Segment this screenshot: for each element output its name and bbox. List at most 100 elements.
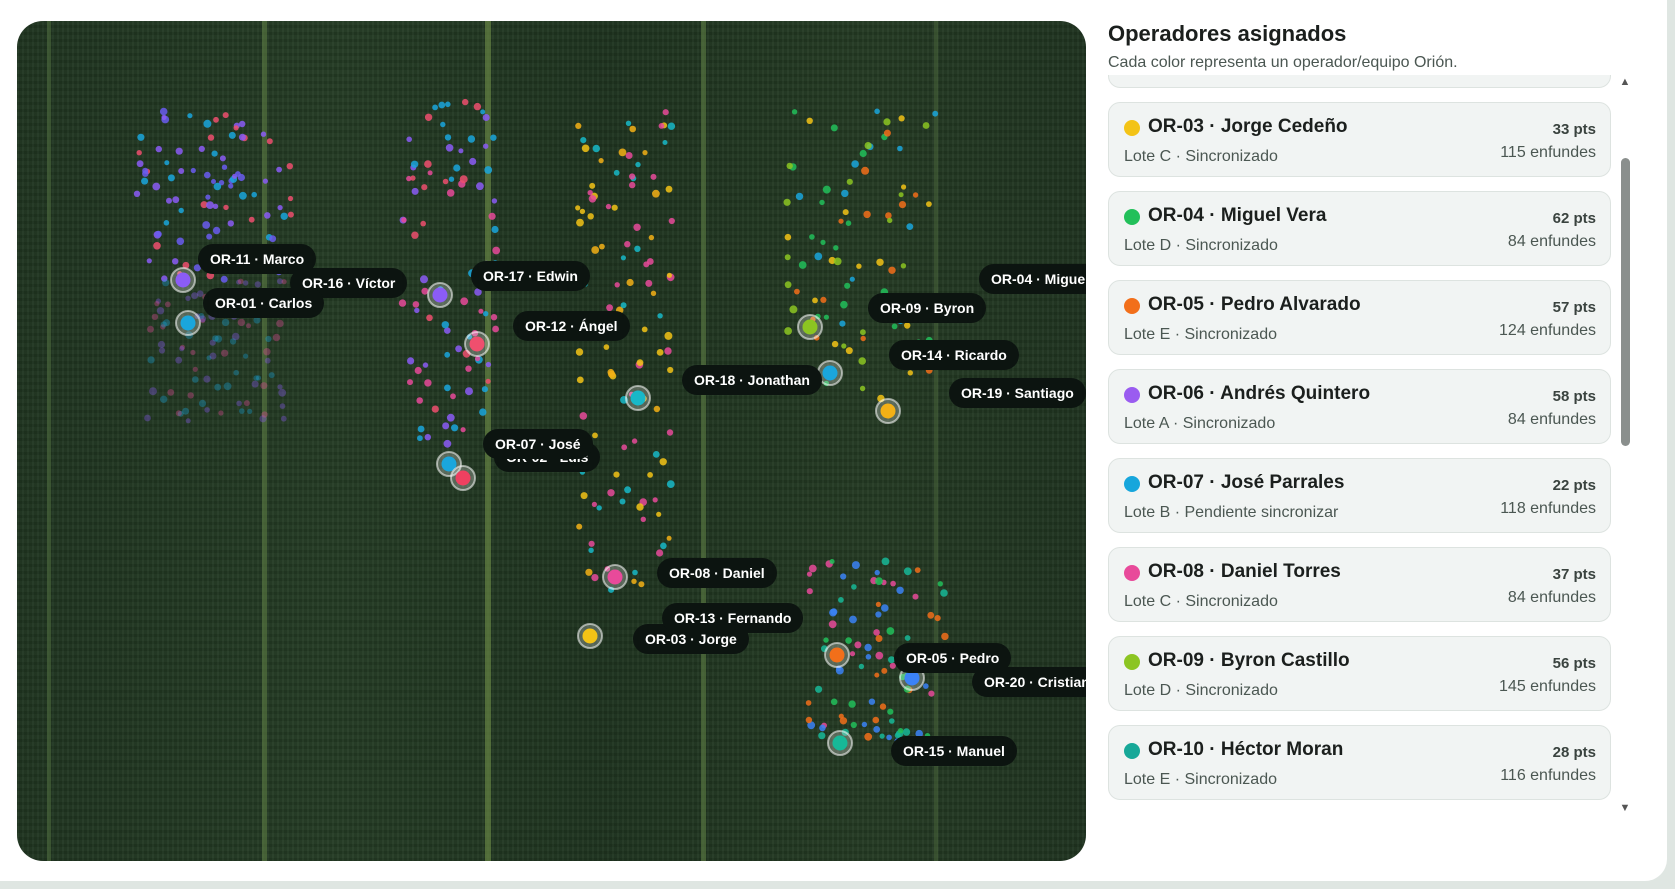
map-label-or15[interactable]: OR-15 · Manuel [891,736,1017,766]
tracking-dot [838,713,844,719]
scrollbar-thumb[interactable] [1621,158,1630,446]
tracking-dot [190,349,196,356]
operator-card-partial[interactable] [1108,75,1611,88]
tracking-dot [650,173,657,180]
tracking-dot [873,629,880,636]
map-label-or07[interactable]: OR-07 · José [483,429,593,459]
tracking-dot [156,307,165,315]
tracking-dot [898,192,904,198]
scroll-up-icon[interactable]: ▲ [1618,75,1632,89]
operator-card[interactable]: OR-07 · José Parrales Lote B · Pendiente… [1108,458,1611,533]
tracking-dot [666,272,673,278]
tracking-dot [875,611,882,618]
operator-marker[interactable] [455,470,471,486]
tracking-dot [576,523,583,530]
tracking-dot [407,379,413,386]
map-label-or13[interactable]: OR-13 · Fernando [662,603,804,633]
tracking-dot [633,223,641,231]
tracking-dot [460,297,469,306]
map-label-or09[interactable]: OR-09 · Byron [868,293,987,323]
tracking-dot [575,205,581,211]
scroll-down-icon[interactable]: ▼ [1618,801,1632,815]
map-label-or01[interactable]: OR-01 · Carlos [203,288,325,318]
tracking-dot [445,144,454,152]
operators-list[interactable]: OR-03 · Jorge Cedeño Lote C · Sincroniza… [1108,75,1613,832]
tracking-dot [269,235,277,243]
map-label-or12[interactable]: OR-12 · Ángel [513,311,630,341]
operator-marker[interactable] [829,647,845,663]
tracking-dot [485,378,491,384]
tracking-dot [222,112,229,119]
operator-name: OR-07 · José Parrales [1148,472,1345,493]
tracking-dot [631,438,638,444]
tracking-dot [656,549,664,557]
field-map[interactable]: OR-11 · Marco OR-16 · Víctor OR-01 · Car… [17,21,1086,861]
operator-card[interactable]: OR-05 · Pedro Alvarado Lote E · Sincroni… [1108,280,1611,355]
tracking-dot [478,308,484,314]
map-label-or19[interactable]: OR-19 · Santiago [949,378,1086,408]
tracking-dot [848,700,856,708]
tracking-dot [213,116,219,123]
tracking-dot [659,458,667,466]
operator-enfundes: 84 enfundes [1507,589,1596,606]
operator-marker[interactable] [832,735,848,751]
operator-card[interactable]: OR-03 · Jorge Cedeño Lote C · Sincroniza… [1108,102,1611,177]
tracking-dot [898,115,905,122]
operator-card[interactable]: OR-08 · Daniel Torres Lote C · Sincroniz… [1108,547,1611,622]
tracking-dot [818,732,826,740]
list-scrollbar[interactable]: ▲ ▼ [1618,75,1632,815]
tracking-dot [608,370,616,378]
operator-card[interactable]: OR-06 · Andrés Quintero Lote A · Sincron… [1108,369,1611,444]
tracking-dot [580,137,587,144]
operator-marker[interactable] [180,315,196,331]
tracking-dot [666,429,674,436]
tracking-dot [879,703,887,710]
tracking-dot [476,182,484,191]
map-label-or04[interactable]: OR-04 · Miguel [979,264,1086,294]
tracking-dot [239,120,246,128]
tracking-dot [142,167,149,174]
tracking-dot [491,198,498,204]
operator-marker[interactable] [880,403,896,419]
tracking-dot [876,258,884,266]
operator-marker[interactable] [432,287,448,303]
tracking-dot [642,150,648,156]
tracking-dot [887,708,894,715]
tracking-dot [666,480,675,488]
tracking-dot [849,651,856,657]
tracking-dot [276,166,282,173]
tracking-dot [598,158,604,164]
tracking-dot [806,117,813,125]
operator-card[interactable]: OR-04 · Miguel Vera Lote D · Sincronizad… [1108,191,1611,266]
operator-marker[interactable] [607,569,623,585]
tracking-dot [492,246,501,255]
tracking-dot [907,370,913,376]
tracking-dot [242,280,249,286]
map-label-or17[interactable]: OR-17 · Edwin [471,261,590,291]
tracking-dot [213,182,222,191]
tracking-dot [588,547,594,553]
map-label-or14[interactable]: OR-14 · Ricardo [889,340,1019,370]
tracking-dot [248,216,255,223]
tracking-dot [641,326,648,333]
tracking-dot [191,292,199,300]
map-label-or20[interactable]: OR-20 · Cristian [972,667,1086,697]
operator-marker[interactable] [582,628,598,644]
operator-marker[interactable] [802,319,818,335]
tracking-dot [926,201,932,208]
tracking-dot [441,321,449,329]
operator-marker[interactable] [630,390,646,406]
tracking-dot [260,131,267,137]
operator-marker[interactable] [175,272,191,288]
crop-path [262,21,267,861]
operator-marker[interactable] [469,336,485,352]
tracking-dot [660,542,667,550]
operator-marker[interactable] [822,365,838,381]
map-label-or08[interactable]: OR-08 · Daniel [657,558,777,588]
operator-card[interactable]: OR-10 · Héctor Moran Lote E · Sincroniza… [1108,725,1611,800]
tracking-dot [438,101,446,109]
tracking-dot [575,348,584,356]
tracking-dot [444,351,451,358]
operator-card[interactable]: OR-09 · Byron Castillo Lote D · Sincroni… [1108,636,1611,711]
map-label-or18[interactable]: OR-18 · Jonathan [682,365,822,395]
